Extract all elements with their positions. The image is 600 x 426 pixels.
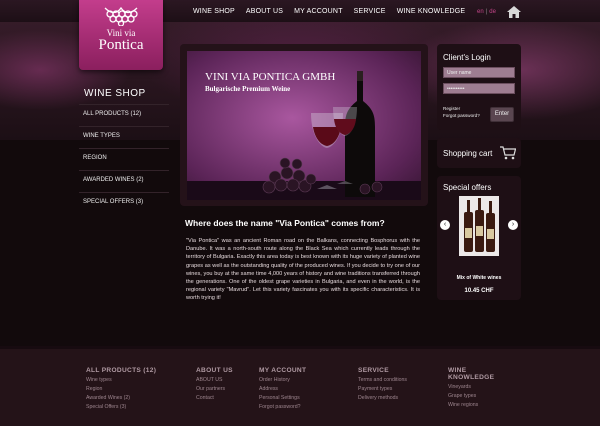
- footer-link[interactable]: Order History: [259, 377, 306, 384]
- nav-about-us[interactable]: ABOUT US: [246, 8, 283, 15]
- cart-label: Shopping cart: [443, 149, 493, 158]
- footer-col-about: ABOUT US ABOUT US Our partners Contact: [196, 367, 233, 401]
- footer-link[interactable]: Contact: [196, 395, 233, 402]
- next-arrow-icon[interactable]: ›: [508, 220, 518, 230]
- nav-wine-shop[interactable]: WINE SHOP: [193, 8, 235, 15]
- sidebar-menu: ALL PRODUCTS (12) WINE TYPES REGION AWAR…: [79, 104, 169, 214]
- footer-link[interactable]: Our partners: [196, 386, 233, 393]
- hero-banner: VINI VIA PONTICA GMBH Bulgarische Premiu…: [180, 44, 428, 206]
- shopping-cart[interactable]: Shopping cart: [437, 138, 521, 168]
- nav-my-account[interactable]: MY ACCOUNT: [294, 8, 343, 15]
- article-body: "Via Pontica" was an ancient Roman road …: [186, 238, 420, 302]
- footer-link[interactable]: Delivery methods: [358, 395, 407, 402]
- footer-link[interactable]: Vineyards: [448, 384, 508, 391]
- home-icon[interactable]: [507, 5, 521, 23]
- footer-link[interactable]: Grape types: [448, 393, 508, 400]
- sidebar-item-wine-types[interactable]: WINE TYPES: [79, 126, 169, 148]
- language-switcher: en | de: [477, 9, 496, 15]
- nav-service[interactable]: SERVICE: [354, 8, 386, 15]
- footer-link[interactable]: Forgot password?: [259, 404, 306, 411]
- footer-link[interactable]: ABOUT US: [196, 377, 233, 384]
- login-title: Client's Login: [443, 53, 491, 62]
- product-name[interactable]: Mix of White wines: [447, 275, 511, 281]
- footer-link[interactable]: Address: [259, 386, 306, 393]
- product-price: 10.45 CHF: [464, 288, 494, 294]
- register-link[interactable]: Register: [443, 105, 480, 112]
- grape-cluster-icon: [104, 6, 138, 26]
- article-title: Where does the name "Via Pontica" comes …: [185, 218, 385, 228]
- nav-wine-knowledge[interactable]: WINE KNOWLEDGE: [397, 8, 466, 15]
- footer-col-knowledge: WINE KNOWLEDGE Vineyards Grape types Win…: [448, 367, 508, 408]
- sidebar-item-awarded-wines[interactable]: AWARDED WINES (2): [79, 170, 169, 192]
- footer: ALL PRODUCTS (12) Wine types Region Awar…: [0, 346, 600, 426]
- footer-link[interactable]: Awarded Wines (2): [86, 395, 156, 402]
- footer-link[interactable]: Wine regions: [448, 402, 508, 409]
- sidebar-title: WINE SHOP: [84, 88, 146, 99]
- enter-button[interactable]: Enter: [490, 107, 514, 122]
- footer-heading[interactable]: WINE KNOWLEDGE: [448, 367, 508, 381]
- footer-heading[interactable]: SERVICE: [358, 367, 407, 374]
- lang-de[interactable]: de: [489, 9, 496, 15]
- product-image[interactable]: [459, 196, 499, 256]
- footer-link[interactable]: Region: [86, 386, 156, 393]
- prev-arrow-icon[interactable]: ‹: [440, 220, 450, 230]
- lang-en[interactable]: en: [477, 9, 484, 15]
- login-panel: Client's Login User name •••••••••• Regi…: [437, 44, 521, 130]
- hero-image: VINI VIA PONTICA GMBH Bulgarische Premiu…: [187, 51, 421, 200]
- footer-heading[interactable]: ALL PRODUCTS (12): [86, 367, 156, 374]
- logo-line2: Pontica: [98, 37, 144, 53]
- footer-heading[interactable]: MY ACCOUNT: [259, 367, 306, 374]
- hero-subtitle: Bulgarische Premium Weine: [205, 85, 291, 93]
- footer-col-account: MY ACCOUNT Order History Address Persona…: [259, 367, 306, 410]
- footer-link[interactable]: Special Offers (3): [86, 404, 156, 411]
- special-offers: Special offers ‹ › Mix of White wines 10…: [437, 176, 521, 300]
- footer-link[interactable]: Personal Settings: [259, 395, 306, 402]
- sidebar-item-special-offers[interactable]: SPECIAL OFFERS (3): [79, 192, 169, 214]
- offers-title: Special offers: [443, 183, 492, 192]
- main-nav: WINE SHOP ABOUT US MY ACCOUNT SERVICE WI…: [193, 8, 476, 15]
- cart-icon: [500, 146, 516, 160]
- footer-heading[interactable]: ABOUT US: [196, 367, 233, 374]
- sidebar-item-all-products[interactable]: ALL PRODUCTS (12): [79, 104, 169, 126]
- password-input[interactable]: ••••••••••: [443, 83, 515, 94]
- hero-title: VINI VIA PONTICA GMBH: [205, 71, 336, 83]
- logo[interactable]: Vini via Pontica: [79, 0, 163, 70]
- login-links: Register Forgot password?: [443, 105, 480, 119]
- footer-link[interactable]: Terms and conditions: [358, 377, 407, 384]
- footer-col-service: SERVICE Terms and conditions Payment typ…: [358, 367, 407, 401]
- username-input[interactable]: User name: [443, 67, 515, 78]
- footer-col-products: ALL PRODUCTS (12) Wine types Region Awar…: [86, 367, 156, 410]
- footer-link[interactable]: Wine types: [86, 377, 156, 384]
- footer-link[interactable]: Payment types: [358, 386, 407, 393]
- sidebar-item-region[interactable]: REGION: [79, 148, 169, 170]
- forgot-password-link[interactable]: Forgot password?: [443, 112, 480, 119]
